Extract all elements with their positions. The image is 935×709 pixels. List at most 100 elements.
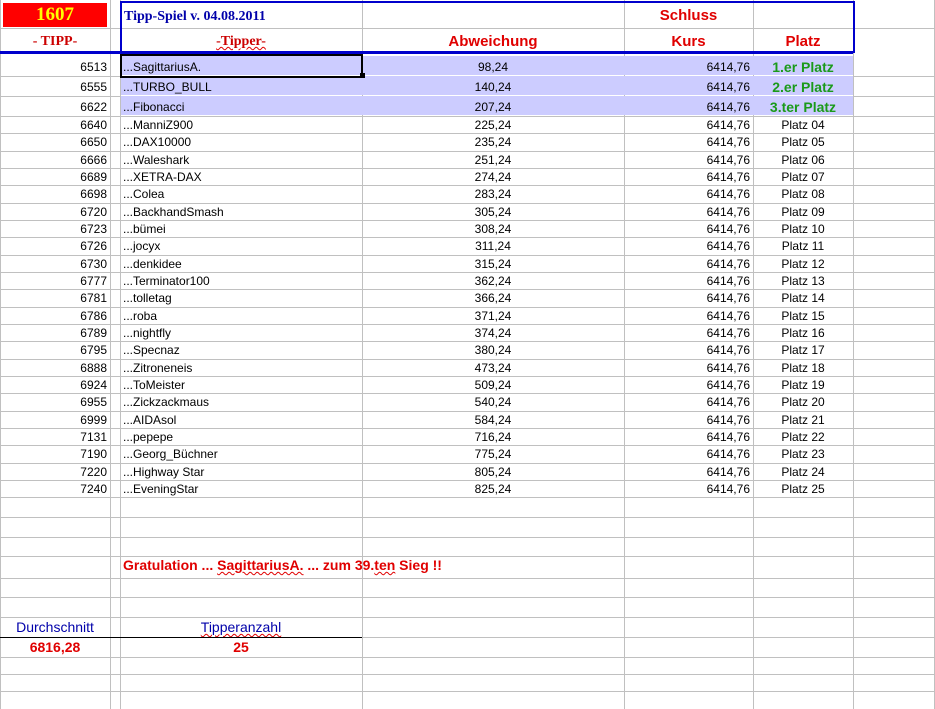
platz-cell[interactable]: 2.er Platz bbox=[753, 79, 853, 96]
tipp-cell[interactable]: 6723 bbox=[0, 221, 107, 238]
tipper-cell[interactable]: ...nightfly bbox=[123, 325, 362, 342]
tipper-cell[interactable]: ...Zickzackmaus bbox=[123, 394, 362, 411]
tipper-cell[interactable]: ...denkidee bbox=[123, 256, 362, 273]
average-value[interactable]: 6816,28 bbox=[0, 639, 110, 656]
kurs-cell[interactable]: 6414,76 bbox=[624, 377, 750, 394]
platz-cell[interactable]: Platz 23 bbox=[753, 446, 853, 463]
tipp-cell[interactable]: 6781 bbox=[0, 290, 107, 307]
tipp-cell[interactable]: 6786 bbox=[0, 308, 107, 325]
tipp-cell[interactable]: 6726 bbox=[0, 238, 107, 255]
tipp-cell[interactable]: 6789 bbox=[0, 325, 107, 342]
platz-cell[interactable]: Platz 12 bbox=[753, 256, 853, 273]
platz-cell[interactable]: Platz 18 bbox=[753, 360, 853, 377]
tipp-cell[interactable]: 6622 bbox=[0, 99, 107, 116]
tipper-cell[interactable]: ...ToMeister bbox=[123, 377, 362, 394]
kurs-cell[interactable]: 6414,76 bbox=[624, 308, 750, 325]
abweichung-cell[interactable]: 98,24 bbox=[362, 59, 624, 76]
tipper-cell[interactable]: ...BackhandSmash bbox=[123, 204, 362, 221]
kurs-cell[interactable]: 6414,76 bbox=[624, 99, 750, 116]
abweichung-cell[interactable]: 225,24 bbox=[362, 117, 624, 134]
kurs-cell[interactable]: 6414,76 bbox=[624, 360, 750, 377]
tipp-cell[interactable]: 6999 bbox=[0, 412, 107, 429]
kurs-cell[interactable]: 6414,76 bbox=[624, 204, 750, 221]
kurs-cell[interactable]: 6414,76 bbox=[624, 186, 750, 203]
platz-cell[interactable]: Platz 04 bbox=[753, 117, 853, 134]
count-label[interactable]: Tipperanzahl bbox=[120, 619, 362, 636]
tipp-cell[interactable]: 6555 bbox=[0, 79, 107, 96]
kurs-cell[interactable]: 6414,76 bbox=[624, 412, 750, 429]
tipper-cell[interactable]: ...bümei bbox=[123, 221, 362, 238]
platz-cell[interactable]: Platz 09 bbox=[753, 204, 853, 221]
abweichung-cell[interactable]: 251,24 bbox=[362, 152, 624, 169]
abweichung-cell[interactable]: 235,24 bbox=[362, 134, 624, 151]
tipp-cell[interactable]: 6650 bbox=[0, 134, 107, 151]
tipp-cell[interactable]: 6640 bbox=[0, 117, 107, 134]
tipp-cell[interactable]: 6955 bbox=[0, 394, 107, 411]
tipper-cell[interactable]: ...tolletag bbox=[123, 290, 362, 307]
kurs-cell[interactable]: 6414,76 bbox=[624, 325, 750, 342]
platz-cell[interactable]: 3.ter Platz bbox=[753, 99, 853, 116]
tipp-cell[interactable]: 6888 bbox=[0, 360, 107, 377]
fill-handle[interactable] bbox=[360, 73, 365, 78]
tipp-cell[interactable]: 7240 bbox=[0, 481, 107, 498]
kurs-cell[interactable]: 6414,76 bbox=[624, 446, 750, 463]
tipp-cell[interactable]: 6795 bbox=[0, 342, 107, 359]
tipper-cell[interactable]: ...Waleshark bbox=[123, 152, 362, 169]
tipp-cell[interactable]: 6777 bbox=[0, 273, 107, 290]
platz-cell[interactable]: Platz 15 bbox=[753, 308, 853, 325]
platz-cell[interactable]: Platz 11 bbox=[753, 238, 853, 255]
platz-cell[interactable]: Platz 13 bbox=[753, 273, 853, 290]
abweichung-cell[interactable]: 805,24 bbox=[362, 464, 624, 481]
platz-cell[interactable]: Platz 25 bbox=[753, 481, 853, 498]
kurs-cell[interactable]: 6414,76 bbox=[624, 238, 750, 255]
tipper-cell[interactable]: ...roba bbox=[123, 308, 362, 325]
platz-cell[interactable]: Platz 14 bbox=[753, 290, 853, 307]
tipper-cell[interactable]: ...Colea bbox=[123, 186, 362, 203]
platz-cell[interactable]: Platz 19 bbox=[753, 377, 853, 394]
tipp-cell[interactable]: 6689 bbox=[0, 169, 107, 186]
tipp-cell[interactable]: 6720 bbox=[0, 204, 107, 221]
kurs-cell[interactable]: 6414,76 bbox=[624, 342, 750, 359]
kurs-cell[interactable]: 6414,76 bbox=[624, 464, 750, 481]
platz-cell[interactable]: Platz 08 bbox=[753, 186, 853, 203]
abweichung-cell[interactable]: 283,24 bbox=[362, 186, 624, 203]
platz-cell[interactable]: Platz 24 bbox=[753, 464, 853, 481]
abweichung-cell[interactable]: 371,24 bbox=[362, 308, 624, 325]
tipper-cell[interactable]: ...Terminator100 bbox=[123, 273, 362, 290]
platz-cell[interactable]: Platz 07 bbox=[753, 169, 853, 186]
kurs-cell[interactable]: 6414,76 bbox=[624, 221, 750, 238]
abweichung-cell[interactable]: 362,24 bbox=[362, 273, 624, 290]
platz-cell[interactable]: Platz 21 bbox=[753, 412, 853, 429]
tipper-cell[interactable]: ...ManniZ900 bbox=[123, 117, 362, 134]
abweichung-cell[interactable]: 366,24 bbox=[362, 290, 624, 307]
tipp-cell[interactable]: 6698 bbox=[0, 186, 107, 203]
platz-cell[interactable]: Platz 16 bbox=[753, 325, 853, 342]
abweichung-cell[interactable]: 207,24 bbox=[362, 99, 624, 116]
tipper-cell[interactable]: ...Georg_Büchner bbox=[123, 446, 362, 463]
tipp-cell[interactable]: 7220 bbox=[0, 464, 107, 481]
congratulation-message[interactable]: Gratulation ... SagittariusA. ... zum 39… bbox=[123, 557, 442, 574]
kurs-cell[interactable]: 6414,76 bbox=[624, 481, 750, 498]
kurs-cell[interactable]: 6414,76 bbox=[624, 169, 750, 186]
tipper-cell[interactable]: ...jocyx bbox=[123, 238, 362, 255]
kurs-cell[interactable]: 6414,76 bbox=[624, 256, 750, 273]
tipper-cell[interactable]: ...Fibonacci bbox=[123, 99, 362, 116]
tipp-cell[interactable]: 7131 bbox=[0, 429, 107, 446]
tipper-cell[interactable]: ...Specnaz bbox=[123, 342, 362, 359]
abweichung-cell[interactable]: 540,24 bbox=[362, 394, 624, 411]
platz-cell[interactable]: Platz 06 bbox=[753, 152, 853, 169]
tipper-cell[interactable]: ...Zitroneneis bbox=[123, 360, 362, 377]
tipp-cell[interactable]: 6730 bbox=[0, 256, 107, 273]
abweichung-cell[interactable]: 140,24 bbox=[362, 79, 624, 96]
average-label[interactable]: Durchschnitt bbox=[0, 619, 110, 636]
kurs-cell[interactable]: 6414,76 bbox=[624, 59, 750, 76]
abweichung-cell[interactable]: 584,24 bbox=[362, 412, 624, 429]
abweichung-cell[interactable]: 509,24 bbox=[362, 377, 624, 394]
tipp-cell[interactable]: 6513 bbox=[0, 59, 107, 76]
header-tipp[interactable]: - TIPP- bbox=[0, 33, 110, 50]
platz-cell[interactable]: 1.er Platz bbox=[753, 59, 853, 76]
abweichung-cell[interactable]: 825,24 bbox=[362, 481, 624, 498]
tipp-cell[interactable]: 6666 bbox=[0, 152, 107, 169]
kurs-cell[interactable]: 6414,76 bbox=[624, 290, 750, 307]
tipper-cell[interactable]: ...DAX10000 bbox=[123, 134, 362, 151]
